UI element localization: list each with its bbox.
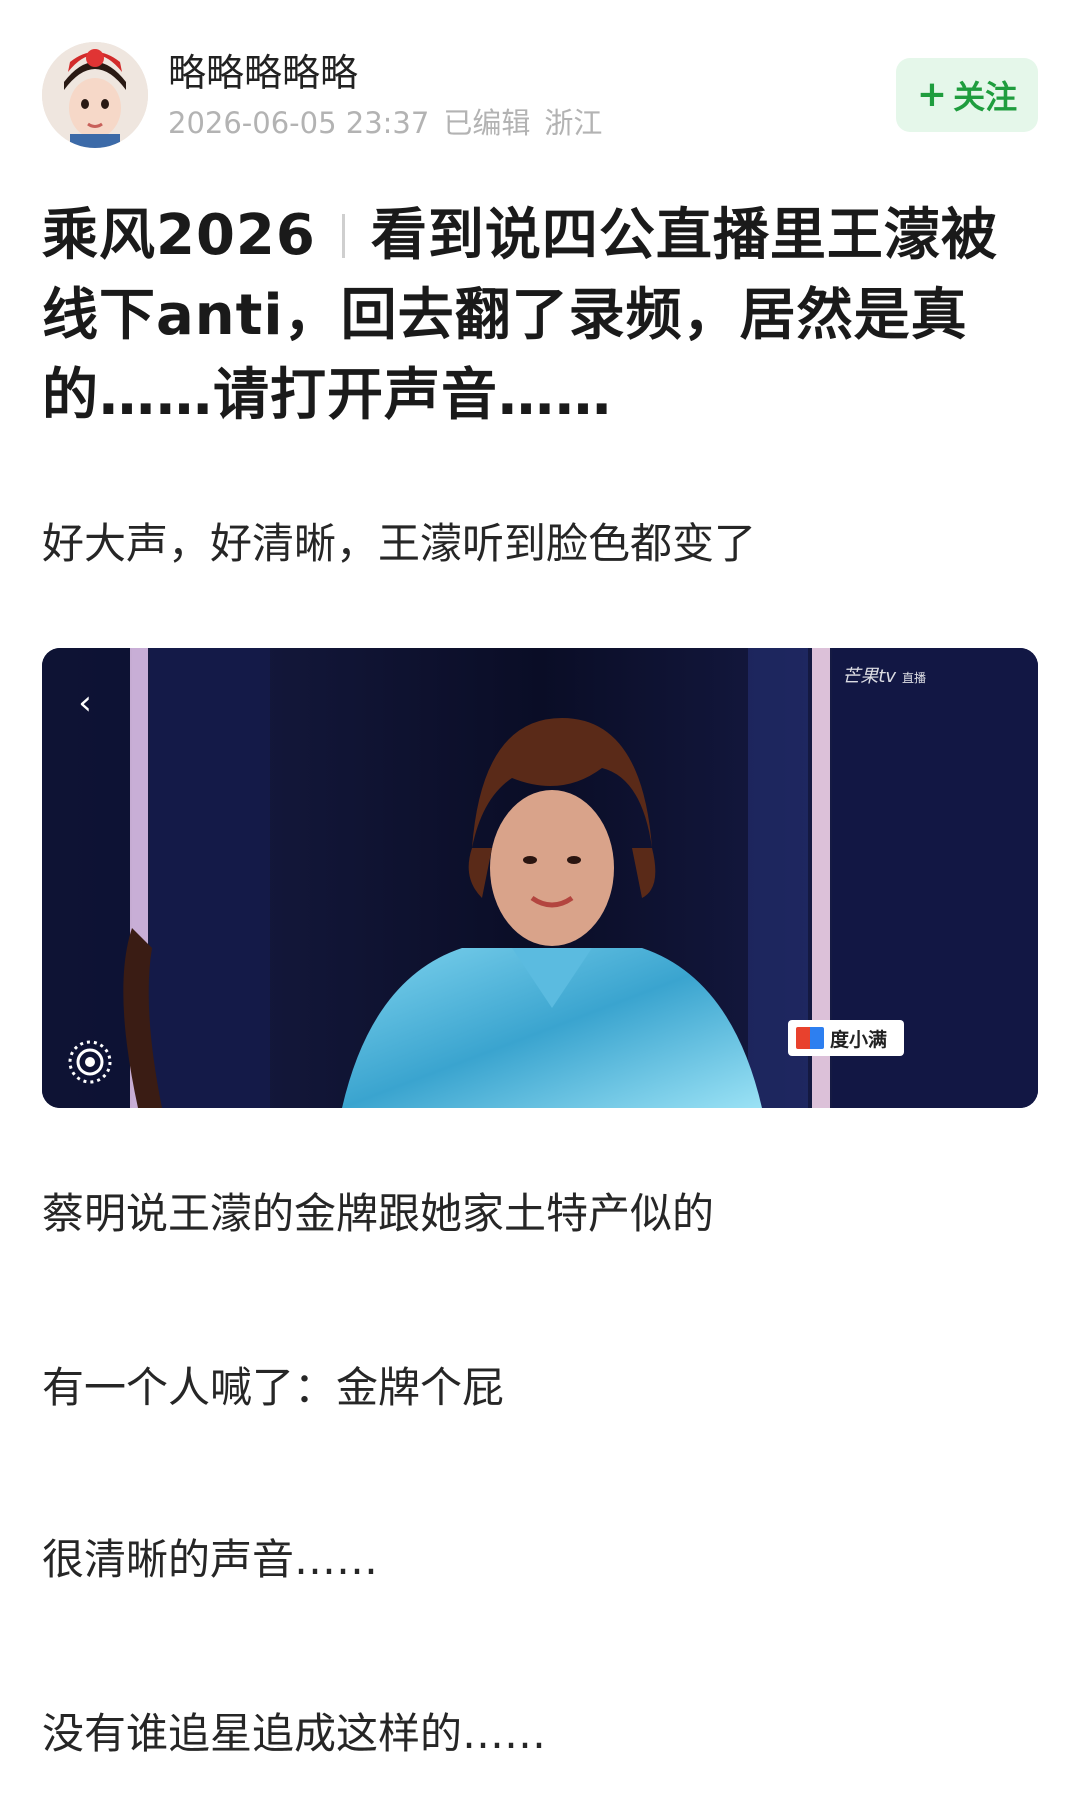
- title-separator: [341, 214, 345, 258]
- sponsor-name: 度小满: [830, 1028, 888, 1051]
- post-page: 略略略略略 2026-06-05 23:37 已编辑 浙江 + 关注 乘风202…: [0, 0, 1080, 1812]
- body-paragraph-1: 好大声，好清晰，王濛听到脸色都变了: [42, 519, 757, 568]
- follow-label: 关注: [953, 78, 1018, 116]
- edited-badge: 已编辑: [443, 106, 531, 140]
- plus-icon: +: [916, 74, 948, 115]
- channel-watermark: 芒果tv 直播: [842, 662, 926, 688]
- avatar[interactable]: [42, 42, 148, 148]
- sponsor-logo-icon: [796, 1027, 824, 1049]
- back-button[interactable]: ‹: [60, 678, 110, 728]
- brand-sub: 直播: [901, 671, 926, 685]
- body-paragraph-4: 很清晰的声音……: [42, 1535, 379, 1584]
- post-date: 2026-06-05 23:37: [168, 106, 430, 140]
- live-broadcast-icon[interactable]: [64, 1036, 116, 1088]
- body-paragraph-2: 蔡明说王濛的金牌跟她家土特产似的: [42, 1189, 715, 1238]
- body-paragraph-5: 没有谁追星追成这样的……: [42, 1709, 547, 1758]
- post-location: 浙江: [544, 106, 603, 140]
- video-player[interactable]: ‹ 芒果tv 直播 度小满: [42, 648, 1038, 1108]
- sponsor-badge: 度小满: [788, 1020, 904, 1056]
- body-paragraph-3: 有一个人喊了：金牌个屁: [42, 1363, 505, 1412]
- chevron-left-icon: ‹: [78, 683, 92, 723]
- post-header: 略略略略略 2026-06-05 23:37 已编辑 浙江 + 关注: [42, 42, 1038, 148]
- post-title: 乘风2026 看到说四公直播里王濛被线下anti，回去翻了录频，居然是真的……请打…: [42, 196, 1038, 436]
- brand-name: 芒果tv: [842, 666, 896, 687]
- title-tag[interactable]: 乘风2026: [42, 203, 316, 268]
- follow-button[interactable]: + 关注: [896, 58, 1038, 132]
